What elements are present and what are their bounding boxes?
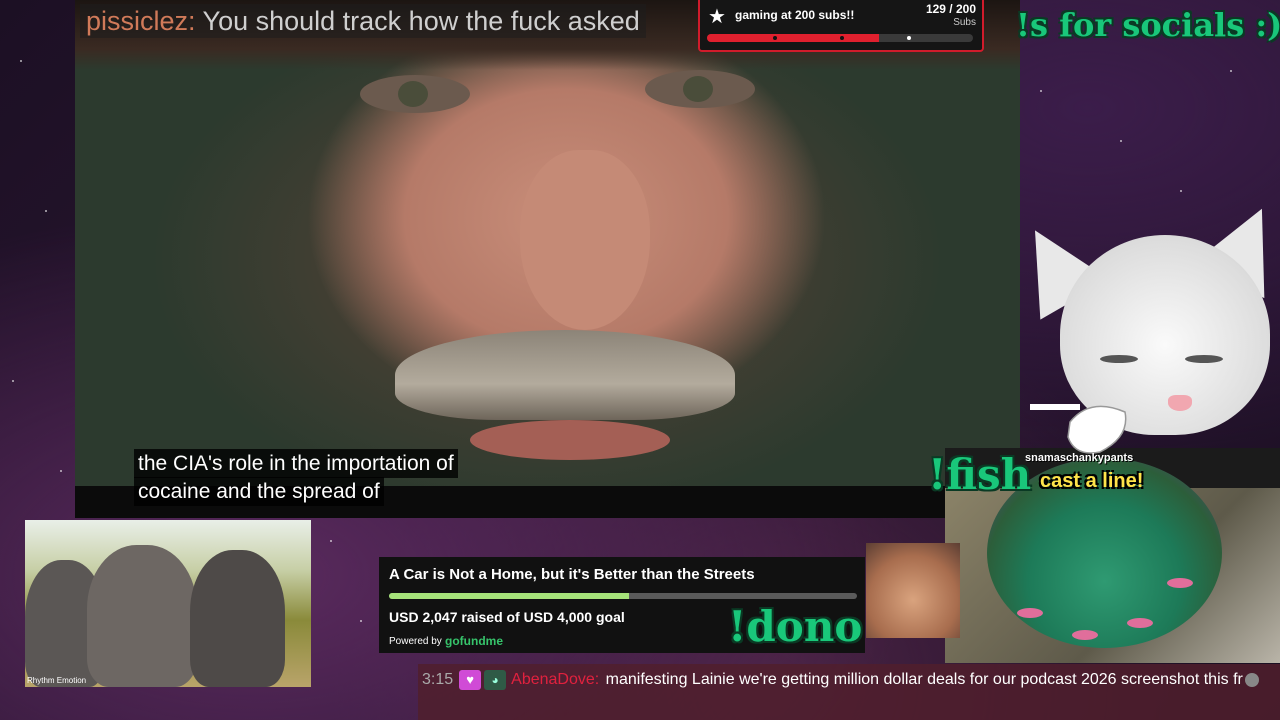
elephant-shape [87, 545, 197, 687]
sub-goal-progress-fill [707, 34, 879, 42]
mustache [395, 330, 735, 420]
socials-command: !s for socials :) [1016, 6, 1280, 44]
caption-line-2: cocaine and the spread of [134, 477, 384, 506]
chat-username: pissiclez: [86, 6, 196, 36]
chat-text: You should track how the fuck asked [202, 6, 640, 36]
chat-text: manifesting Lainie we're getting million… [605, 671, 1243, 688]
cat-photo [866, 543, 960, 638]
sub-goal-title: gaming at 200 subs!! [735, 8, 855, 22]
sub-goal-widget: ★ gaming at 200 subs!! 129 / 200 Subs [698, 0, 984, 52]
cast-line-prompt: cast a line! [1040, 470, 1144, 492]
dono-command: !dono [728, 602, 863, 651]
cat-badge-icon: ◕ [484, 669, 507, 690]
right-eye [645, 70, 755, 108]
milestone-dot [840, 36, 844, 40]
chat-timestamp: 3:15 [422, 671, 454, 688]
gofundme-logo: gofundme [445, 634, 503, 648]
elephant-video[interactable]: Rhythm Emotion [25, 520, 311, 687]
cat-nose [1168, 395, 1192, 411]
fundraiser-progress-bar [389, 593, 857, 599]
lily-pad [1167, 578, 1193, 588]
chat-username: AbenaDove: [511, 671, 600, 688]
lips [470, 420, 670, 460]
caption-line-1: the CIA's role in the importation of [134, 449, 458, 478]
fundraiser-raised: USD 2,047 raised of USD 4,000 goal [389, 609, 625, 625]
milestone-dot [907, 36, 911, 40]
nose [520, 150, 650, 330]
cat-eye [1100, 355, 1138, 363]
main-video[interactable] [75, 0, 1020, 518]
left-eye [360, 75, 470, 113]
emote-icon [1244, 672, 1259, 687]
lily-pad [1127, 618, 1153, 628]
cat-eye [1185, 355, 1223, 363]
video-watermark: Rhythm Emotion [27, 676, 87, 685]
powered-by-label: Powered by [389, 636, 442, 647]
lily-pad [1072, 630, 1098, 640]
fish-command: !fish [928, 450, 1032, 499]
milestone-dot [773, 36, 777, 40]
subscriber-badge-icon: ♥ [459, 669, 482, 690]
highlighted-chat-message: pissiclez: You should track how the fuck… [80, 4, 646, 38]
lily-pad [1017, 608, 1043, 618]
star-icon: ★ [708, 6, 726, 28]
fundraiser-title: A Car is Not a Home, but it's Better tha… [389, 566, 755, 583]
elephant-shape [190, 550, 285, 687]
sub-goal-count: 129 / 200 [925, 2, 976, 16]
fundraiser-progress-fill [389, 593, 629, 599]
sub-goal-unit: Subs [953, 17, 976, 28]
fish-username: snamaschankypants [1025, 452, 1134, 464]
chat-message: 3:15 ♥ ◕ AbenaDove: manifesting Lainie we'r… [418, 664, 1280, 720]
